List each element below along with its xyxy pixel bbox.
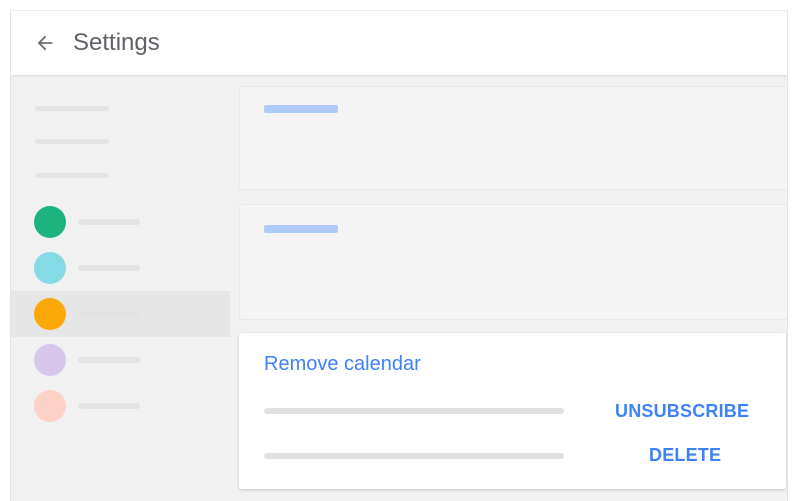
sidebar-placeholder-line <box>35 139 109 144</box>
calendar-name-placeholder <box>78 219 140 225</box>
calendar-color-dot <box>34 390 66 422</box>
calendar-item[interactable] <box>11 337 230 383</box>
calendar-item[interactable] <box>11 245 230 291</box>
arrow-left-icon <box>37 35 53 51</box>
back-button[interactable] <box>25 23 65 63</box>
calendar-name-placeholder <box>78 357 140 363</box>
sidebar <box>11 75 230 501</box>
card-heading-placeholder <box>264 225 338 233</box>
unsubscribe-button[interactable]: UNSUBSCRIBE <box>615 401 749 422</box>
calendar-name-placeholder <box>78 265 140 271</box>
sidebar-placeholder-line <box>35 106 109 111</box>
calendar-item[interactable] <box>11 383 230 429</box>
card-heading-placeholder <box>264 105 338 113</box>
calendar-color-dot <box>34 206 66 238</box>
page-title: Settings <box>73 29 160 56</box>
calendar-color-dot <box>34 252 66 284</box>
calendar-item[interactable] <box>11 199 230 245</box>
calendar-name-placeholder <box>78 403 140 409</box>
sidebar-placeholder-line <box>35 173 109 178</box>
calendar-name-placeholder <box>78 311 140 317</box>
calendar-color-dot <box>34 298 66 330</box>
settings-card <box>239 204 787 320</box>
delete-description-placeholder <box>264 453 564 459</box>
settings-window: Settings Remove calendar UNSUBSCRIBE DEL… <box>10 10 788 501</box>
remove-calendar-title: Remove calendar <box>264 353 421 375</box>
settings-card <box>239 86 787 190</box>
calendar-color-dot <box>34 344 66 376</box>
unsubscribe-description-placeholder <box>264 408 564 414</box>
delete-button[interactable]: DELETE <box>649 445 721 466</box>
app-bar: Settings <box>11 11 787 75</box>
remove-calendar-card: Remove calendar UNSUBSCRIBE DELETE <box>239 333 786 489</box>
calendar-item-selected[interactable] <box>11 291 230 337</box>
